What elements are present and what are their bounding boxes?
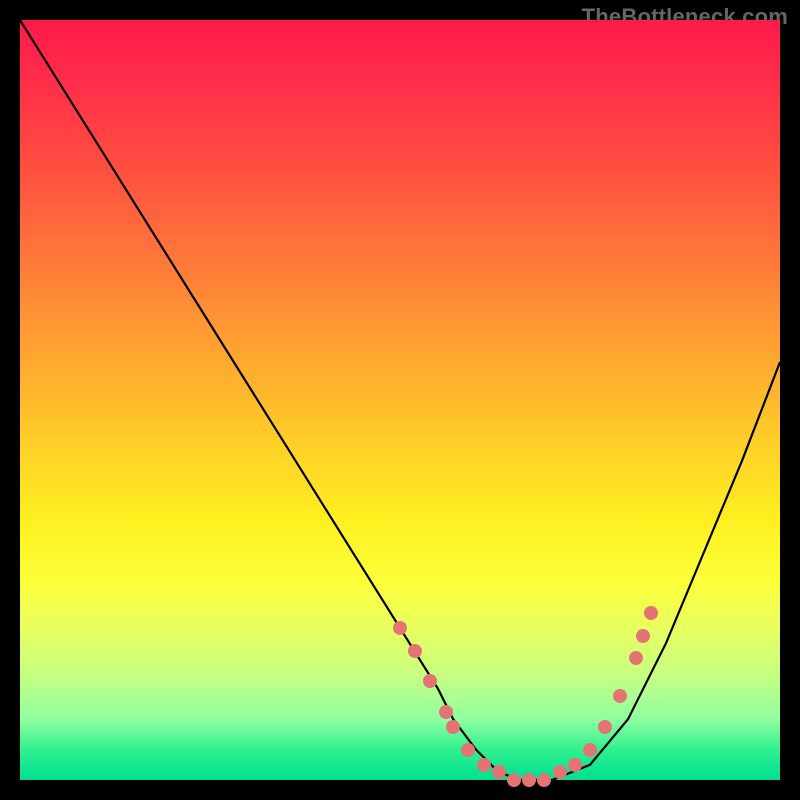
data-point xyxy=(477,758,491,772)
data-point xyxy=(568,758,582,772)
curve-svg xyxy=(20,20,780,780)
data-point xyxy=(522,773,536,787)
data-point xyxy=(492,765,506,779)
data-point xyxy=(598,720,612,734)
data-point xyxy=(613,689,627,703)
data-point xyxy=(629,651,643,665)
chart-container: TheBottleneck.com xyxy=(0,0,800,800)
plot-area xyxy=(20,20,780,780)
data-point xyxy=(537,773,551,787)
data-point xyxy=(461,743,475,757)
data-point xyxy=(439,705,453,719)
data-point xyxy=(583,743,597,757)
data-point xyxy=(553,765,567,779)
data-point xyxy=(644,606,658,620)
curve-path xyxy=(20,20,780,780)
data-point xyxy=(423,674,437,688)
data-point xyxy=(446,720,460,734)
data-point xyxy=(408,644,422,658)
data-point xyxy=(636,629,650,643)
data-point xyxy=(393,621,407,635)
data-point xyxy=(507,773,521,787)
